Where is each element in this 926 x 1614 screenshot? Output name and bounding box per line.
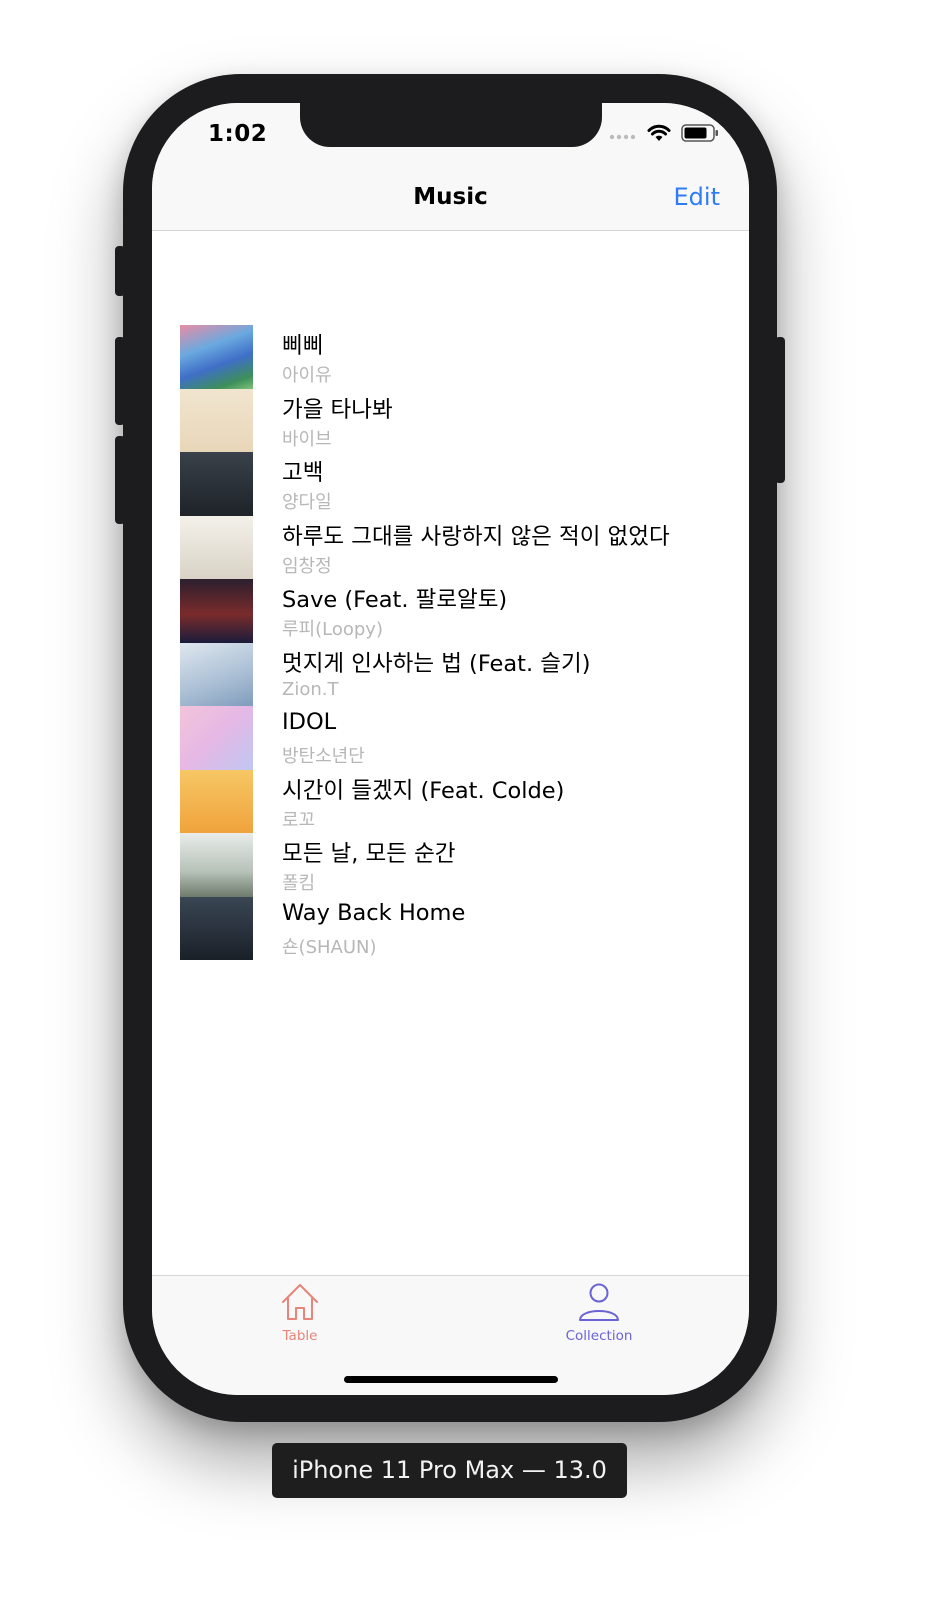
- song-artist: 폴킴: [282, 873, 316, 894]
- list-item[interactable]: 시간이 들겠지 (Feat. Colde) 로꼬: [152, 769, 749, 833]
- list-item[interactable]: 가을 타나봐바이브: [152, 388, 749, 452]
- song-title: Save (Feat. 팔로알토): [282, 587, 508, 613]
- album-art-icon: [180, 642, 253, 706]
- person-icon: [578, 1283, 620, 1326]
- song-title: 모든 날, 모든 순간: [282, 841, 456, 867]
- edit-button[interactable]: Edit: [674, 183, 720, 211]
- album-art-icon: [180, 325, 253, 389]
- song-artist: 아이유: [282, 365, 332, 386]
- device-label: iPhone 11 Pro Max — 13.0: [272, 1443, 627, 1498]
- power-button: [775, 337, 785, 483]
- album-art-icon: [180, 833, 253, 897]
- battery-icon: [681, 124, 719, 146]
- song-artist: 바이브: [282, 428, 332, 450]
- song-list: 삐삐 아이유 가을 타나봐 바이브 고백 양다일 하루도 그대를 사랑하지 않은 적이 없었…: [152, 325, 749, 960]
- list-item[interactable]: IDOL 방탄소년단: [152, 706, 749, 770]
- status-icons: [609, 123, 719, 147]
- list-item[interactable]: Save (Feat. 팔로알토) 루피(Loopy): [152, 579, 749, 643]
- song-artist: 루피(Loopy): [282, 619, 383, 640]
- list-item[interactable]: 하루도 그대를 사랑하지 않은 적이 없었다임창정: [152, 515, 749, 579]
- volume-down-button: [115, 436, 125, 524]
- song-artist: 숀(SHAUN): [282, 936, 377, 958]
- song-title: IDOL: [282, 709, 337, 735]
- song-title: 고백: [282, 460, 324, 486]
- song-artist: 임창정: [282, 555, 332, 577]
- list-item[interactable]: 고백양다일: [152, 452, 749, 516]
- list-item[interactable]: Way Back Home 숀(SHAUN): [152, 896, 749, 960]
- tab-collection-label: Collection: [565, 1328, 633, 1344]
- cellular-dots-icon: [609, 126, 637, 145]
- list-item[interactable]: 모든 날, 모든 순간폴킴: [152, 833, 749, 897]
- song-title: 멋지게 인사하는 법 (Feat. 슬기): [282, 650, 591, 677]
- volume-up-button: [115, 337, 125, 425]
- list-item[interactable]: 멋지게 인사하는 법 (Feat. 슬기) Zion.T: [152, 642, 749, 706]
- navigation-bar: Music Edit: [152, 161, 749, 231]
- song-title: 삐삐: [282, 333, 324, 359]
- notch: [300, 103, 602, 147]
- song-title: 시간이 들겠지 (Feat. Colde): [282, 777, 565, 804]
- status-time: 1:02: [208, 121, 268, 147]
- silent-switch: [115, 246, 125, 296]
- song-title: 가을 타나봐: [282, 396, 393, 423]
- song-artist: Zion.T: [282, 678, 339, 700]
- screen: 1:02 Music Edit 삐삐 아이유 가을 타나봐 바이브 고백 양다일…: [152, 103, 749, 1395]
- song-artist: 방탄소년단: [282, 746, 365, 767]
- album-art-icon: [180, 896, 253, 960]
- album-art-icon: [180, 452, 253, 516]
- album-art-icon: [180, 388, 253, 452]
- home-icon: [279, 1284, 321, 1326]
- page-title: Music: [413, 184, 488, 210]
- album-art-icon: [180, 769, 253, 833]
- tab-table[interactable]: Table: [240, 1282, 360, 1344]
- song-artist: 양다일: [282, 492, 332, 513]
- song-artist: 로꼬: [282, 809, 316, 831]
- song-title: 하루도 그대를 사랑하지 않은 적이 없었다: [282, 523, 670, 550]
- album-art-icon: [180, 579, 253, 643]
- home-indicator[interactable]: [344, 1376, 558, 1383]
- album-art-icon: [180, 706, 253, 770]
- wifi-icon: [647, 124, 671, 146]
- tab-table-label: Table: [282, 1328, 318, 1344]
- list-item[interactable]: 삐삐아이유: [152, 325, 749, 389]
- tab-collection[interactable]: Collection: [539, 1282, 659, 1344]
- album-art-icon: [180, 515, 253, 579]
- song-title: Way Back Home: [282, 899, 466, 926]
